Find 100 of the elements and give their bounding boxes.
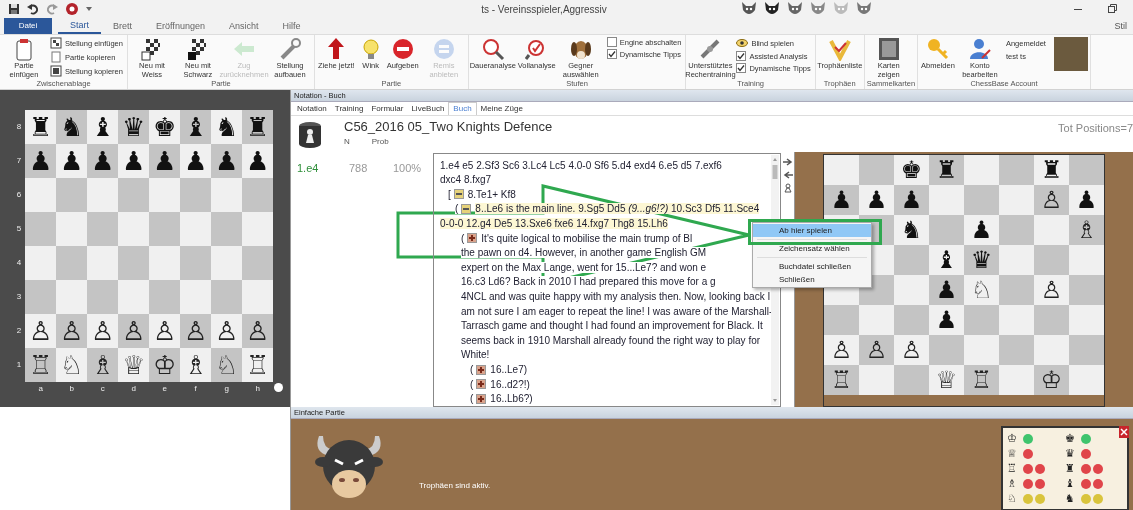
board-square[interactable]: ♙ xyxy=(1034,274,1069,305)
chess-piece[interactable]: ♙ xyxy=(900,337,923,362)
expand-icon[interactable] xyxy=(476,393,487,404)
board-square[interactable]: ♘ xyxy=(964,274,999,305)
board-square[interactable] xyxy=(999,154,1034,185)
chess-piece[interactable]: ♘ xyxy=(970,277,993,302)
file-label: d xyxy=(130,383,137,393)
board-square[interactable] xyxy=(859,154,894,185)
board-square[interactable]: ♜ xyxy=(929,154,964,185)
board-square[interactable] xyxy=(242,246,274,280)
board-square[interactable] xyxy=(964,154,999,185)
chess-piece[interactable]: ♟ xyxy=(900,187,923,212)
checkbox[interactable] xyxy=(736,63,747,73)
chess-piece[interactable]: ♖ xyxy=(970,367,993,392)
board-square[interactable] xyxy=(1069,154,1104,185)
menu-item[interactable]: Buchdatei schließen xyxy=(753,260,871,273)
board-square[interactable]: ♖ xyxy=(964,364,999,395)
board-square[interactable]: ♝ xyxy=(929,244,964,275)
chess-piece[interactable]: ♗ xyxy=(1075,217,1098,242)
chess-piece[interactable]: ♔ xyxy=(1040,367,1063,392)
chess-piece[interactable]: ♙ xyxy=(1040,187,1063,212)
chess-piece[interactable]: ♙ xyxy=(1040,277,1063,302)
menu-item[interactable]: Zeichensatz wählen xyxy=(753,242,871,255)
close-icon[interactable] xyxy=(1119,426,1129,438)
board-square[interactable]: ♙ xyxy=(894,334,929,365)
board-square[interactable]: ♟ xyxy=(859,184,894,215)
board-square[interactable]: ♟ xyxy=(894,184,929,215)
annotation-text: seems back in 1910 Marshall already found the right way to play for xyxy=(461,334,761,346)
ribbon-tab[interactable]: Eröffnungen xyxy=(144,18,217,34)
board-square[interactable]: ♛ xyxy=(964,244,999,275)
chess-piece[interactable]: ♛ xyxy=(970,247,993,272)
menu-item[interactable]: Ab hier spielen xyxy=(753,224,871,237)
chess-piece[interactable]: ♜ xyxy=(1040,157,1063,182)
chess-piece[interactable]: ♟ xyxy=(865,187,888,212)
board-square[interactable]: ♟ xyxy=(929,274,964,305)
pawn-icon[interactable] xyxy=(782,182,793,193)
ribbon-tab[interactable]: Ansicht xyxy=(216,18,271,34)
board-square[interactable]: ♙ xyxy=(1034,184,1069,215)
chess-piece[interactable]: ♕ xyxy=(935,367,958,392)
chess-piece[interactable]: ♟ xyxy=(935,277,958,302)
notation-tab[interactable]: Meine Züge xyxy=(476,102,527,115)
restore-icon[interactable] xyxy=(1107,4,1117,14)
collapse-icon[interactable] xyxy=(461,204,472,214)
notation-tab[interactable]: Training xyxy=(330,102,368,115)
annotation-text: 8..Le6 is the main line. 9.Sg5 Dd5 (9...g6!?) 10.Sc3 Df5 11.Sce4 xyxy=(475,203,760,215)
menu-item[interactable]: Schließen xyxy=(753,273,871,286)
board-square[interactable]: ♙ xyxy=(859,334,894,365)
board-square[interactable]: ♜ xyxy=(1034,154,1069,185)
board-square[interactable]: ♟ xyxy=(824,184,859,215)
move-text: 8.Te1+ Kf8 xyxy=(467,188,516,200)
board-square[interactable] xyxy=(824,154,859,185)
board-square[interactable]: ♔ xyxy=(1034,364,1069,395)
board-square[interactable]: ♙ xyxy=(824,334,859,365)
board-square[interactable] xyxy=(242,280,274,314)
rank-label: 8 xyxy=(16,121,22,133)
board-square[interactable]: ♖ xyxy=(824,364,859,395)
chess-piece[interactable]: ♟ xyxy=(1075,187,1098,212)
style-menu-button[interactable]: Stil xyxy=(1114,18,1133,34)
chess-piece[interactable]: ♚ xyxy=(900,157,923,182)
user-edit-icon xyxy=(967,37,992,61)
chess-piece[interactable]: ♝ xyxy=(935,247,958,272)
notation-tab[interactable]: Buch xyxy=(448,102,477,115)
board-square[interactable]: ♟ xyxy=(964,214,999,245)
file-tab[interactable]: Datei xyxy=(4,18,52,34)
bracket: ( xyxy=(461,232,468,244)
collapse-icon[interactable] xyxy=(453,189,464,200)
chess-piece[interactable]: ♖ xyxy=(830,367,853,392)
ribbon-tab[interactable]: Brett xyxy=(101,18,145,34)
expand-icon[interactable] xyxy=(467,233,478,244)
minus-circle-icon xyxy=(390,37,415,61)
board-square[interactable] xyxy=(242,212,274,246)
arrow-left-icon[interactable] xyxy=(782,169,793,180)
ribbon-tab[interactable]: Hilfe xyxy=(270,18,313,34)
board-square[interactable]: ♗ xyxy=(1069,214,1104,245)
board-square[interactable]: ♕ xyxy=(929,364,964,395)
chess-piece[interactable]: ♙ xyxy=(830,337,853,362)
arrow-right-icon[interactable] xyxy=(782,156,793,167)
notation-tab[interactable]: LiveBuch xyxy=(407,102,449,115)
chess-piece[interactable]: ♜ xyxy=(935,157,958,182)
chess-piece[interactable]: ♟ xyxy=(970,217,993,242)
board-square[interactable]: ♟ xyxy=(1069,184,1104,215)
chess-piece: ♖ xyxy=(1007,462,1018,475)
chess-piece[interactable]: ♟ xyxy=(935,307,958,332)
checkbox[interactable] xyxy=(736,51,747,61)
expand-icon[interactable] xyxy=(476,364,487,375)
notation-tab[interactable]: Formular xyxy=(367,102,408,115)
board-square[interactable]: ♚ xyxy=(894,154,929,185)
notation-tab[interactable]: Notation xyxy=(293,102,331,115)
expand-icon[interactable] xyxy=(476,379,487,390)
chess-piece: ♛ xyxy=(1065,447,1076,460)
chess-piece[interactable]: ♞ xyxy=(900,217,923,242)
board-square[interactable] xyxy=(242,178,274,212)
checkbox[interactable] xyxy=(606,49,617,59)
chess-piece[interactable]: ♟ xyxy=(830,187,853,212)
chess-piece[interactable]: ♙ xyxy=(865,337,888,362)
board-square[interactable]: ♞ xyxy=(894,214,929,245)
app-logo-icon xyxy=(65,2,79,16)
board-square[interactable]: ♟ xyxy=(929,304,964,335)
checkbox[interactable] xyxy=(606,37,617,47)
book-move-row[interactable]: 1.e4 788 100% xyxy=(297,161,433,174)
